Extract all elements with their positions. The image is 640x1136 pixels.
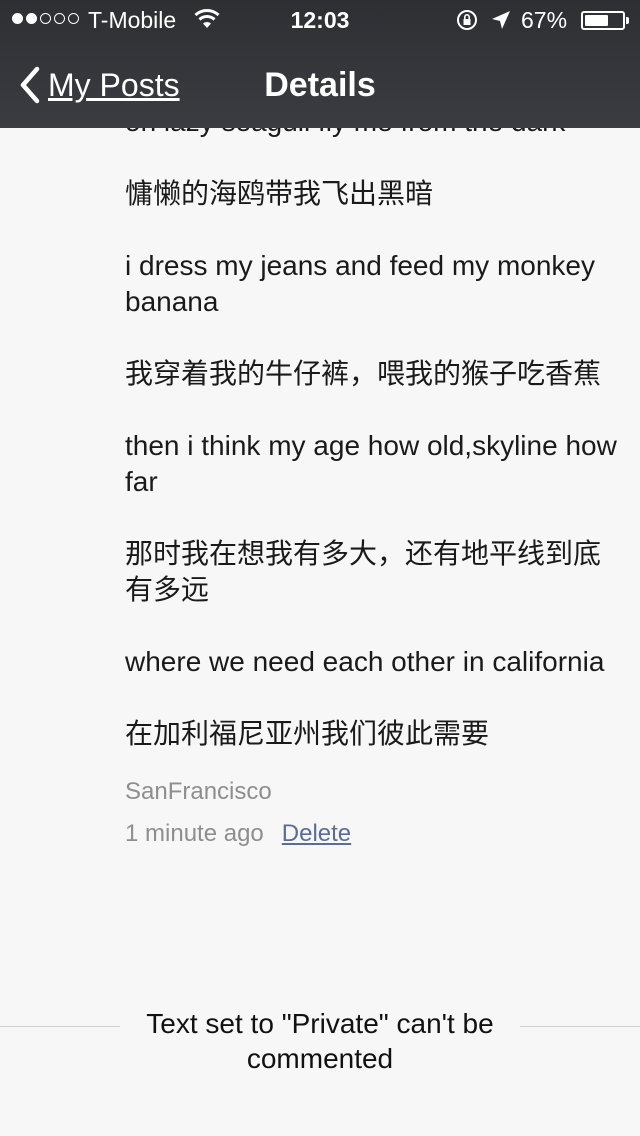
battery-percentage: 67%: [521, 7, 568, 33]
post-paragraph: i dress my jeans and feed my monkey bana…: [125, 250, 595, 317]
top-bar: T-Mobile 12:03 67% My Posts Details: [0, 0, 640, 128]
post-paragraph: 慵懒的海鸥带我飞出黑暗: [125, 178, 434, 209]
location-arrow-icon: [492, 11, 510, 29]
post-paragraph: where we need each other in california: [125, 646, 605, 677]
status-bar: T-Mobile 12:03 67%: [0, 0, 640, 40]
post-body: on lazy seagull fly me from the dark 慵懒的…: [125, 104, 620, 850]
post-paragraph: 那时我在想我有多大，还有地平线到底有多远: [125, 538, 602, 605]
post-timestamp: 1 minute ago: [125, 820, 264, 847]
post-location: SanFrancisco: [125, 778, 272, 805]
rotation-lock-icon: [457, 10, 477, 30]
divider: [520, 1026, 640, 1027]
post-paragraph: then i think my age how old,skyline how …: [125, 430, 617, 497]
battery-tip: [626, 17, 629, 24]
post-meta-row: 1 minute ago Delete: [125, 818, 620, 850]
battery-level: [585, 15, 608, 26]
private-comment-notice: Text set to "Private" can't be commented: [0, 1006, 640, 1078]
private-notice-text: Text set to "Private" can't be commented: [146, 1008, 494, 1074]
delete-link[interactable]: Delete: [282, 820, 351, 847]
post-details-content[interactable]: on lazy seagull fly me from the dark 慵懒的…: [0, 0, 640, 1136]
navigation-bar: My Posts Details: [0, 40, 640, 128]
post-paragraph: 在加利福尼亚州我们彼此需要: [125, 718, 490, 749]
post-paragraph: 我穿着我的牛仔裤，喂我的猴子吃香蕉: [125, 358, 602, 389]
battery-icon: [581, 11, 629, 30]
divider: [0, 1026, 120, 1027]
page-title: Details: [264, 66, 376, 104]
